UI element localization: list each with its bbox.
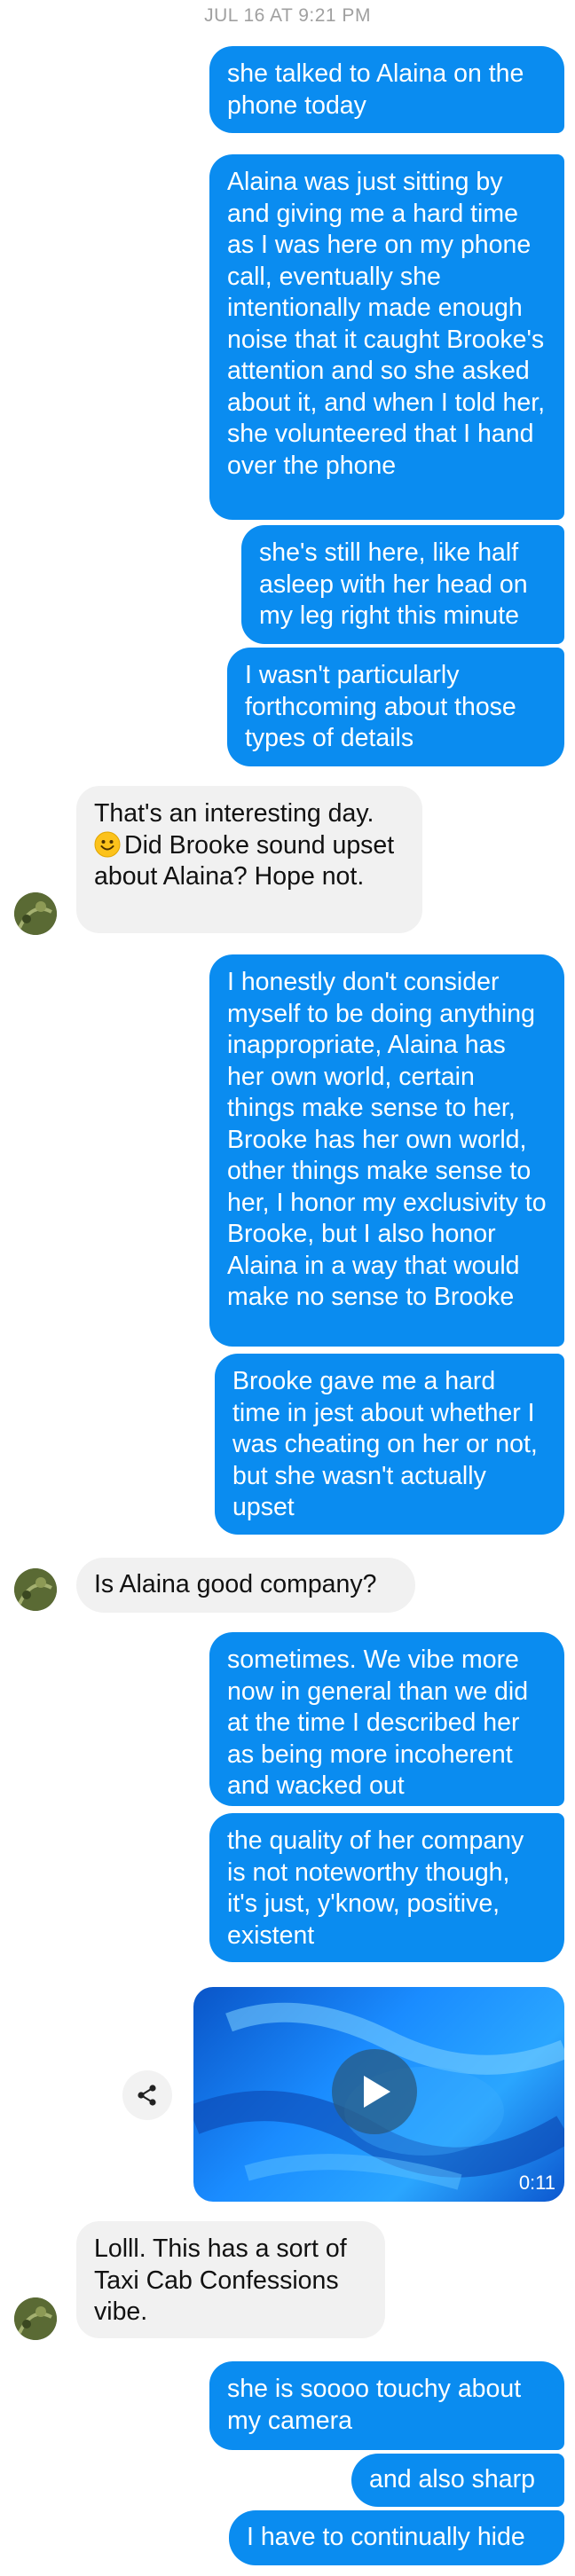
share-icon: [138, 2085, 156, 2106]
message-text: I honestly don't consider myself to be d…: [227, 968, 547, 1311]
message-text: sometimes. We vibe more now in general t…: [227, 1645, 529, 1800]
message-text: the quality of her company is not notewo…: [227, 1826, 524, 1950]
message-outgoing[interactable]: she talked to Alaina on the phone today: [209, 46, 564, 133]
video-attachment[interactable]: 0:11: [193, 1987, 564, 2202]
message-text: and also sharp: [369, 2465, 535, 2494]
play-icon: [364, 2076, 390, 2108]
message-text: Did Brooke sound upset about Alaina? Hop…: [94, 830, 395, 891]
message-outgoing[interactable]: the quality of her company is not notewo…: [209, 1813, 564, 1962]
smile-emoji-icon: [94, 831, 121, 858]
message-text: Is Alaina good company?: [94, 1570, 377, 1598]
message-outgoing[interactable]: she's still here, like half asleep with …: [241, 525, 564, 644]
avatar[interactable]: [14, 1568, 57, 1611]
avatar[interactable]: [14, 2297, 57, 2340]
share-button[interactable]: [122, 2070, 172, 2120]
message-outgoing[interactable]: I honestly don't consider myself to be d…: [209, 954, 564, 1347]
message-text: Lolll. This has a sort of Taxi Cab Confe…: [94, 2234, 347, 2326]
message-text: That's an interesting day.: [94, 799, 374, 828]
message-outgoing[interactable]: she is soooo touchy about my camera: [209, 2361, 564, 2450]
message-text: Alaina was just sitting by and giving me…: [227, 168, 546, 480]
message-text: I wasn't particularly forthcoming about …: [245, 661, 516, 752]
conversation-timestamp: JUL 16 AT 9:21 PM: [204, 5, 371, 26]
message-text: she is soooo touchy about my camera: [227, 2375, 522, 2435]
message-outgoing[interactable]: and also sharp: [351, 2454, 564, 2507]
message-incoming[interactable]: That's an interesting day. Did Brooke so…: [76, 786, 422, 933]
message-outgoing[interactable]: sometimes. We vibe more now in general t…: [209, 1632, 564, 1806]
message-text: she's still here, like half asleep with …: [259, 538, 528, 630]
message-incoming[interactable]: Lolll. This has a sort of Taxi Cab Confe…: [76, 2221, 385, 2338]
avatar[interactable]: [14, 892, 57, 935]
message-text: I have to continually hide: [247, 2523, 525, 2551]
message-text: she talked to Alaina on the phone today: [227, 59, 524, 120]
message-outgoing[interactable]: Brooke gave me a hard time in jest about…: [215, 1354, 564, 1535]
message-outgoing[interactable]: I have to continually hide: [229, 2510, 564, 2565]
play-button[interactable]: [332, 2049, 417, 2134]
message-outgoing[interactable]: Alaina was just sitting by and giving me…: [209, 154, 564, 520]
message-outgoing[interactable]: I wasn't particularly forthcoming about …: [227, 648, 564, 766]
message-text: Brooke gave me a hard time in jest about…: [232, 1367, 538, 1521]
message-incoming[interactable]: Is Alaina good company?: [76, 1558, 415, 1613]
video-duration: 0:11: [518, 2172, 555, 2194]
